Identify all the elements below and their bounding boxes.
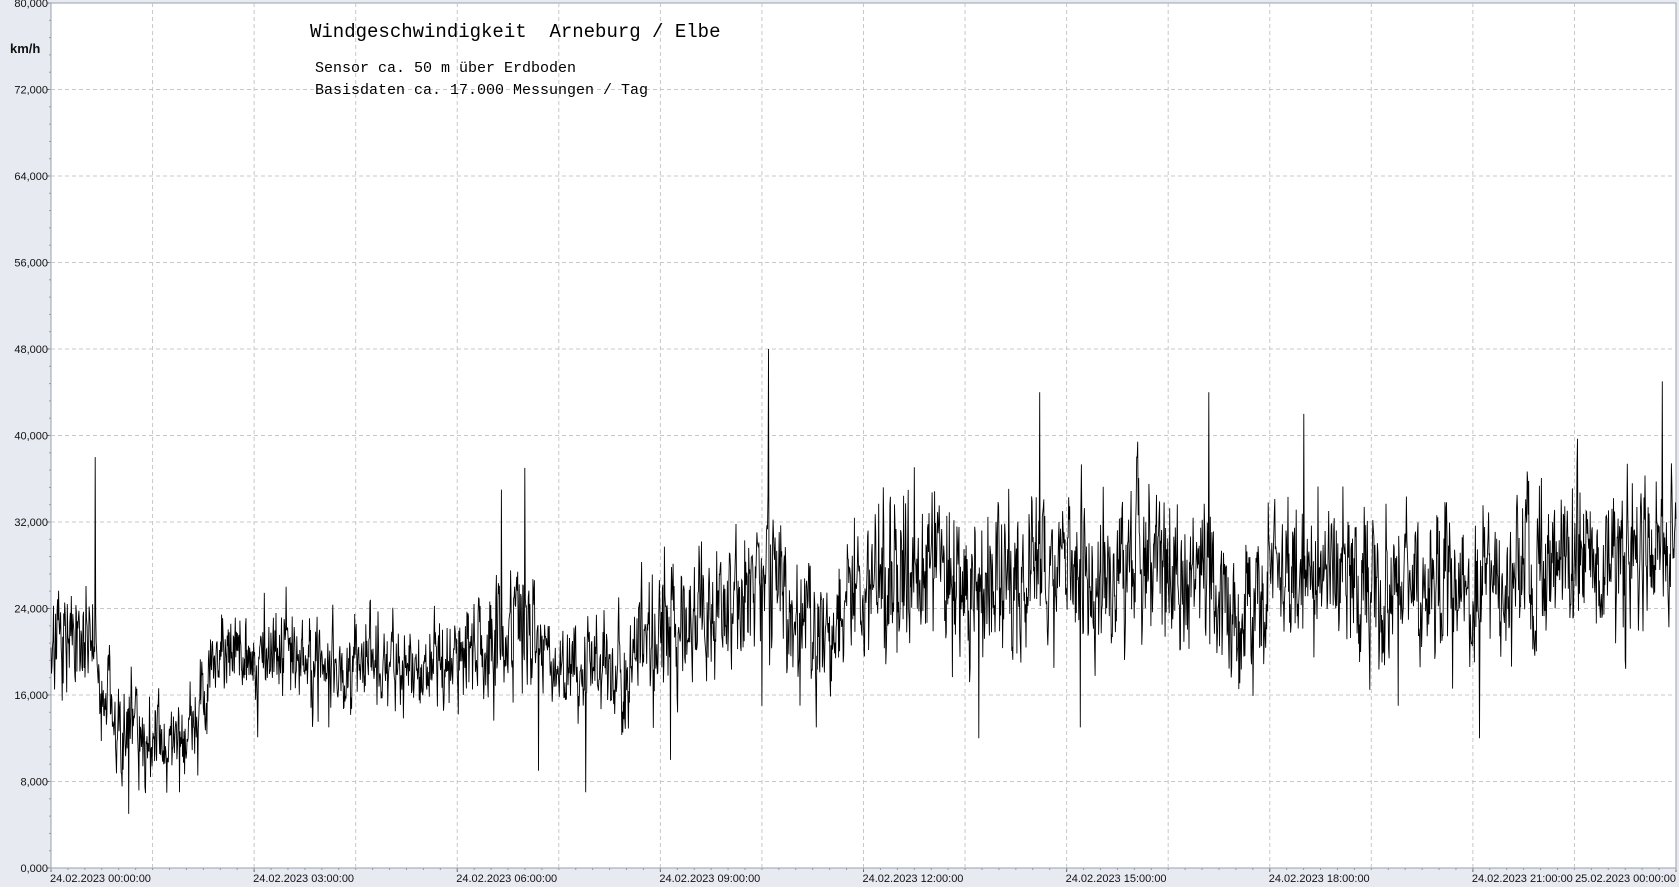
x-axis-ticks: 24.02.2023 00:00:00 24.02.2023 03:00:00 24…: [50, 868, 1677, 885]
y-tick-label: 8,000: [20, 777, 48, 789]
y-tick-label: 40,000: [14, 431, 48, 443]
y-tick-label: 24,000: [14, 604, 48, 616]
x-tick-label: 24.02.2023 15:00:00: [1066, 873, 1167, 885]
y-tick-label: 64,000: [14, 171, 48, 183]
wind-speed-chart: 0,000 8,000 16,000 24,000 32,000 40,000 48,000…: [10, 0, 1677, 885]
y-tick-label: 32,000: [14, 517, 48, 529]
y-tick-label: 0,000: [20, 863, 48, 875]
y-axis-ticks: 0,000 8,000 16,000 24,000 32,000 40,000 48,000…: [14, 0, 51, 875]
y-tick-label: 16,000: [14, 690, 48, 702]
y-tick-label: 80,000: [14, 0, 48, 10]
y-axis-label: km/h: [10, 41, 40, 56]
x-tick-label: 24.02.2023 12:00:00: [863, 873, 964, 885]
x-tick-label: 24.02.2023 03:00:00: [253, 873, 354, 885]
chart-subtitle-basisdaten: Basisdaten ca. 17.000 Messungen / Tag: [315, 82, 648, 99]
y-tick-label: 48,000: [14, 344, 48, 356]
y-tick-label: 56,000: [14, 258, 48, 270]
x-tick-label: 24.02.2023 21:00:00: [1472, 873, 1573, 885]
x-tick-label: 24.02.2023 18:00:00: [1269, 873, 1370, 885]
chart-title: Windgeschwindigkeit Arneburg / Elbe: [310, 21, 720, 43]
x-tick-label: 24.02.2023 06:00:00: [456, 873, 557, 885]
y-tick-label: 72,000: [14, 85, 48, 97]
x-tick-label: 25.02.2023 00:00:00: [1575, 873, 1676, 885]
x-tick-label: 24.02.2023 00:00:00: [50, 873, 151, 885]
chart-subtitle-sensor: Sensor ca. 50 m über Erdboden: [315, 60, 576, 77]
x-tick-label: 24.02.2023 09:00:00: [659, 873, 760, 885]
